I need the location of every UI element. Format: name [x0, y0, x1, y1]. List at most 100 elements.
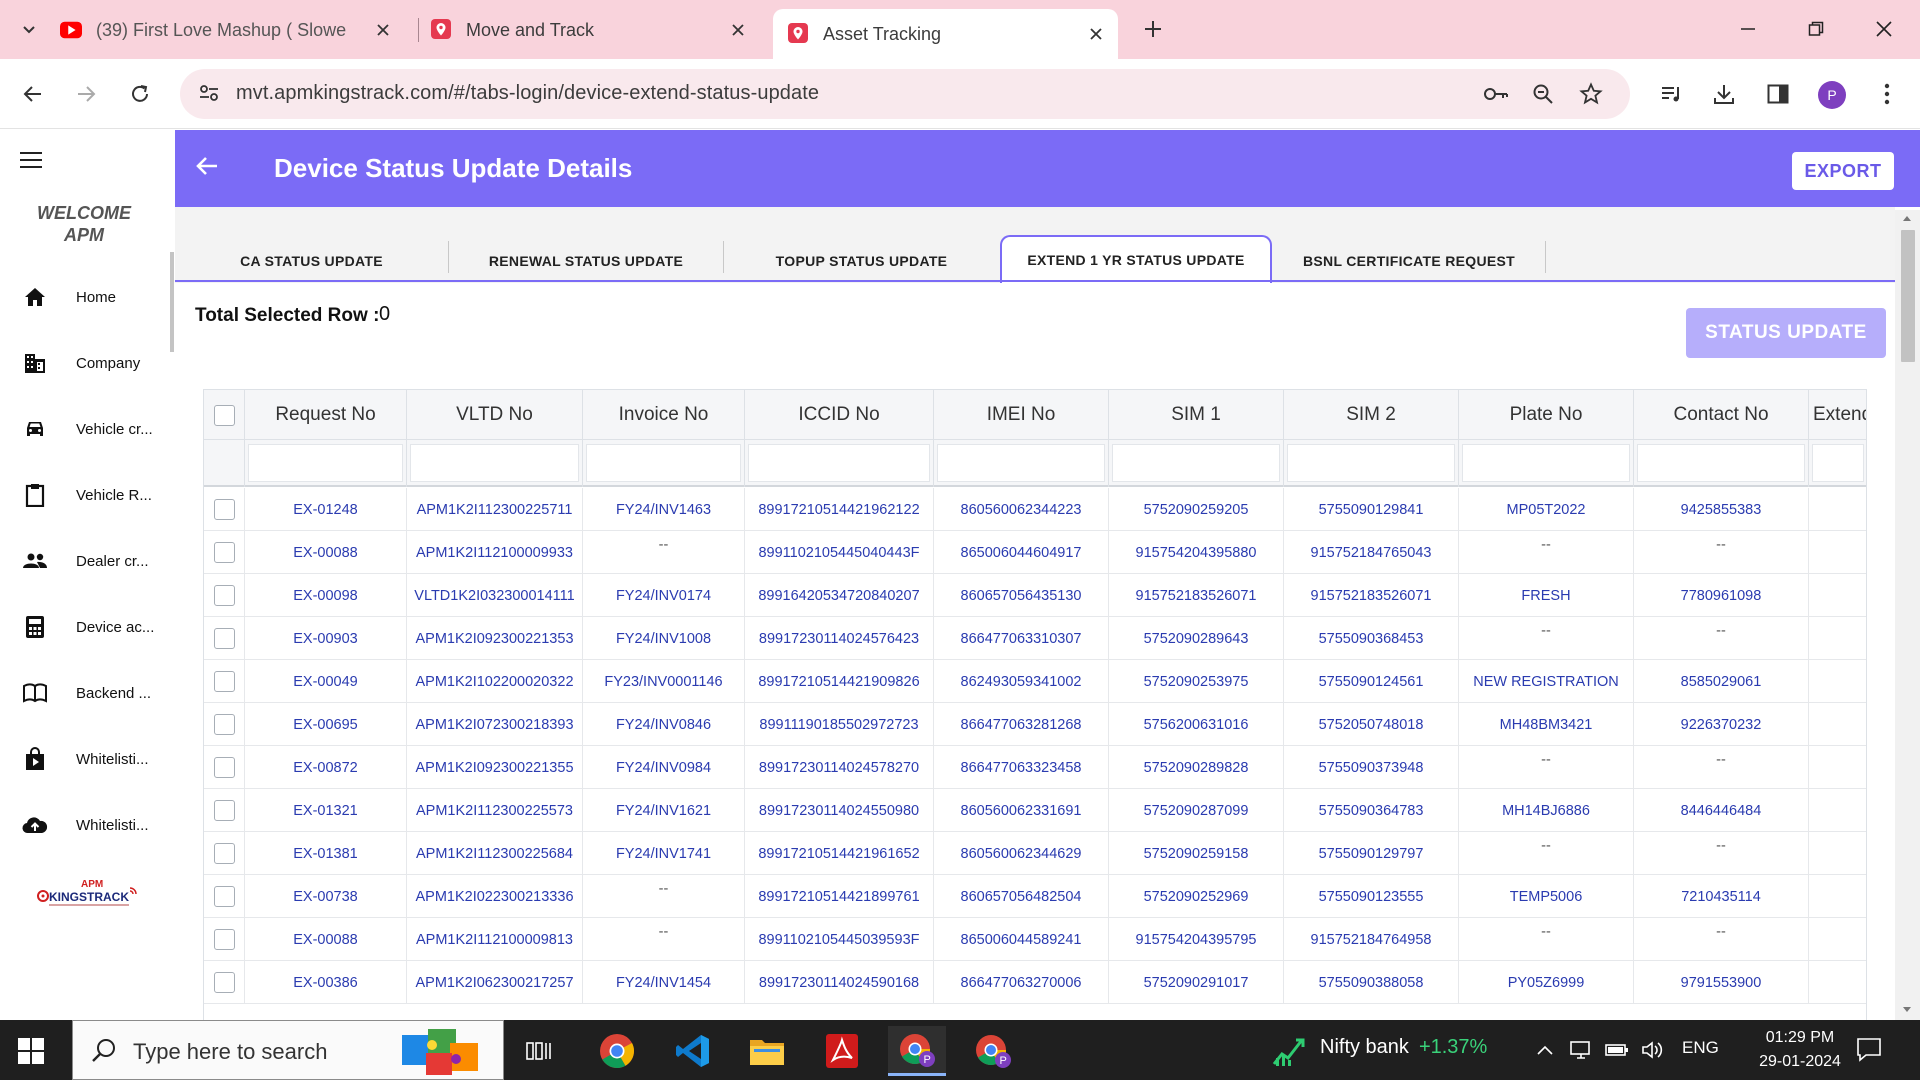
row-checkbox[interactable] — [213, 929, 235, 950]
minimize-icon[interactable] — [1728, 12, 1768, 46]
reload-icon[interactable] — [122, 76, 158, 112]
row-checkbox[interactable] — [213, 843, 235, 864]
notification-icon[interactable] — [1856, 1036, 1882, 1062]
column-filter-input[interactable] — [586, 444, 741, 482]
sidebar-item-company[interactable]: Company — [0, 338, 175, 388]
close-tab-icon[interactable] — [728, 20, 748, 40]
vscode-icon[interactable] — [664, 1026, 722, 1076]
acrobat-icon[interactable] — [813, 1026, 871, 1076]
task-view-icon[interactable] — [510, 1026, 568, 1076]
side-panel-icon[interactable] — [1761, 77, 1795, 111]
restore-icon[interactable] — [1796, 12, 1836, 46]
chrome-profile-icon[interactable]: P — [964, 1026, 1022, 1076]
column-header-contact-no[interactable]: Contact No — [1634, 390, 1809, 440]
row-checkbox[interactable] — [213, 542, 235, 563]
new-tab-icon[interactable] — [1138, 14, 1168, 44]
media-queue-icon[interactable] — [1655, 77, 1689, 111]
row-checkbox[interactable] — [213, 714, 235, 735]
row-checkbox[interactable] — [213, 800, 235, 821]
export-button[interactable]: EXPORT — [1792, 152, 1894, 190]
browser-tab-move-and-track[interactable]: Move and Track — [430, 10, 760, 50]
more-menu-icon[interactable] — [1870, 77, 1904, 111]
sidebar-item-vehicle-r[interactable]: Vehicle R... — [0, 470, 175, 520]
column-header-plate-no[interactable]: Plate No — [1459, 390, 1634, 440]
column-header-sim2[interactable]: SIM 2 — [1284, 390, 1459, 440]
column-filter-input[interactable] — [1462, 444, 1630, 482]
site-settings-icon[interactable] — [198, 82, 220, 104]
volume-icon[interactable] — [1640, 1038, 1666, 1062]
column-filter-input[interactable] — [1637, 444, 1805, 482]
page-scrollbar[interactable] — [1895, 210, 1920, 1020]
column-header-extend[interactable]: Extend — [1809, 390, 1866, 440]
hamburger-menu-icon[interactable] — [20, 152, 42, 168]
table-row[interactable]: EX-00098 VLTD1K2I032300014111 FY24/INV0174… — [204, 574, 1866, 617]
row-checkbox[interactable] — [213, 886, 235, 907]
column-header-iccid-no[interactable]: ICCID No — [745, 390, 934, 440]
column-filter-input[interactable] — [937, 444, 1105, 482]
column-filter-input[interactable] — [410, 444, 579, 482]
table-row[interactable]: EX-01248 APM1K2I112300225711 FY24/INV1463 8… — [204, 488, 1866, 531]
browser-tab-youtube[interactable]: (39) First Love Mashup ( Slowed — [60, 10, 405, 50]
windows-start-icon[interactable] — [18, 1038, 44, 1064]
scroll-down-icon[interactable] — [1902, 1006, 1912, 1014]
select-all-checkbox[interactable] — [213, 404, 235, 426]
url-text[interactable]: mvt.apmkingstrack.com/#/tabs-login/devic… — [236, 82, 819, 105]
column-header-sim1[interactable]: SIM 1 — [1109, 390, 1284, 440]
system-clock[interactable]: 01:29 PM 29-01-2024 — [1740, 1026, 1860, 1074]
zoom-icon[interactable] — [1530, 81, 1556, 107]
tab-bsnl-certificate-request[interactable]: BSNL CERTIFICATE REQUEST — [1273, 241, 1545, 281]
column-header-vltd-no[interactable]: VLTD No — [407, 390, 583, 440]
column-filter-input[interactable] — [748, 444, 930, 482]
row-checkbox[interactable] — [213, 499, 235, 520]
column-header-invoice-no[interactable]: Invoice No — [583, 390, 745, 440]
taskbar-search-box[interactable]: Type here to search — [72, 1020, 504, 1080]
stock-ticker[interactable]: Nifty bank +1.37% — [1320, 1036, 1487, 1059]
row-checkbox[interactable] — [213, 972, 235, 993]
sidebar-scrollbar[interactable] — [170, 252, 174, 352]
profile-avatar[interactable]: P — [1818, 81, 1846, 109]
column-filter-input[interactable] — [248, 444, 403, 482]
sidebar-item-backend[interactable]: Backend ... — [0, 668, 175, 718]
sidebar-item-vehicle-create[interactable]: Vehicle cr... — [0, 404, 175, 454]
column-filter-input[interactable] — [1112, 444, 1280, 482]
row-checkbox[interactable] — [213, 585, 235, 606]
sidebar-item-dealer-create[interactable]: Dealer cr... — [0, 536, 175, 586]
table-row[interactable]: EX-00049 APM1K2I102200020322 FY23/INV00011… — [204, 660, 1866, 703]
column-filter-input[interactable] — [1812, 444, 1864, 482]
chrome-profile-icon[interactable]: P — [888, 1026, 946, 1076]
chevron-up-icon[interactable] — [1532, 1038, 1558, 1062]
address-bar[interactable]: mvt.apmkingstrack.com/#/tabs-login/devic… — [180, 69, 1630, 119]
file-explorer-icon[interactable] — [738, 1026, 796, 1076]
close-window-icon[interactable] — [1864, 12, 1904, 46]
sidebar-item-home[interactable]: Home — [0, 272, 175, 322]
scroll-up-icon[interactable] — [1902, 214, 1912, 222]
bookmark-star-icon[interactable] — [1578, 81, 1604, 107]
table-row[interactable]: EX-00386 APM1K2I062300217257 FY24/INV1454 8… — [204, 961, 1866, 1004]
close-tab-icon[interactable] — [373, 20, 393, 40]
table-row[interactable]: EX-00738 APM1K2I022300213336 -- 89917210514… — [204, 875, 1866, 918]
tab-topup-status-update[interactable]: TOPUP STATUS UPDATE — [724, 241, 999, 281]
tab-ca-status-update[interactable]: CA STATUS UPDATE — [175, 241, 448, 281]
language-indicator[interactable]: ENG — [1682, 1038, 1719, 1058]
table-row[interactable]: EX-00695 APM1K2I072300218393 FY24/INV0846 8… — [204, 703, 1866, 746]
forward-icon[interactable] — [68, 76, 104, 112]
sidebar-item-device-activation[interactable]: Device ac... — [0, 602, 175, 652]
chrome-icon[interactable] — [588, 1026, 646, 1076]
scrollbar-thumb[interactable] — [1901, 230, 1915, 362]
row-checkbox[interactable] — [213, 671, 235, 692]
tab-extend-1yr-status-update[interactable]: EXTEND 1 YR STATUS UPDATE — [1000, 235, 1272, 283]
tab-renewal-status-update[interactable]: RENEWAL STATUS UPDATE — [449, 241, 723, 281]
back-icon[interactable] — [15, 76, 51, 112]
column-filter-input[interactable] — [1287, 444, 1455, 482]
status-update-button[interactable]: STATUS UPDATE — [1686, 308, 1886, 358]
network-icon[interactable] — [1568, 1038, 1594, 1062]
table-row[interactable]: EX-00088 APM1K2I112100009813 -- 89911021054… — [204, 918, 1866, 961]
column-header-request-no[interactable]: Request No — [245, 390, 407, 440]
close-tab-icon[interactable] — [1086, 24, 1106, 44]
battery-icon[interactable] — [1604, 1038, 1630, 1062]
table-row[interactable]: EX-00903 APM1K2I092300221353 FY24/INV1008 8… — [204, 617, 1866, 660]
table-row[interactable]: EX-01381 APM1K2I112300225684 FY24/INV1741 8… — [204, 832, 1866, 875]
sidebar-item-whitelisting-upload[interactable]: Whitelisti... — [0, 800, 175, 850]
sidebar-item-whitelisting[interactable]: Whitelisti... — [0, 734, 175, 784]
row-checkbox[interactable] — [213, 628, 235, 649]
